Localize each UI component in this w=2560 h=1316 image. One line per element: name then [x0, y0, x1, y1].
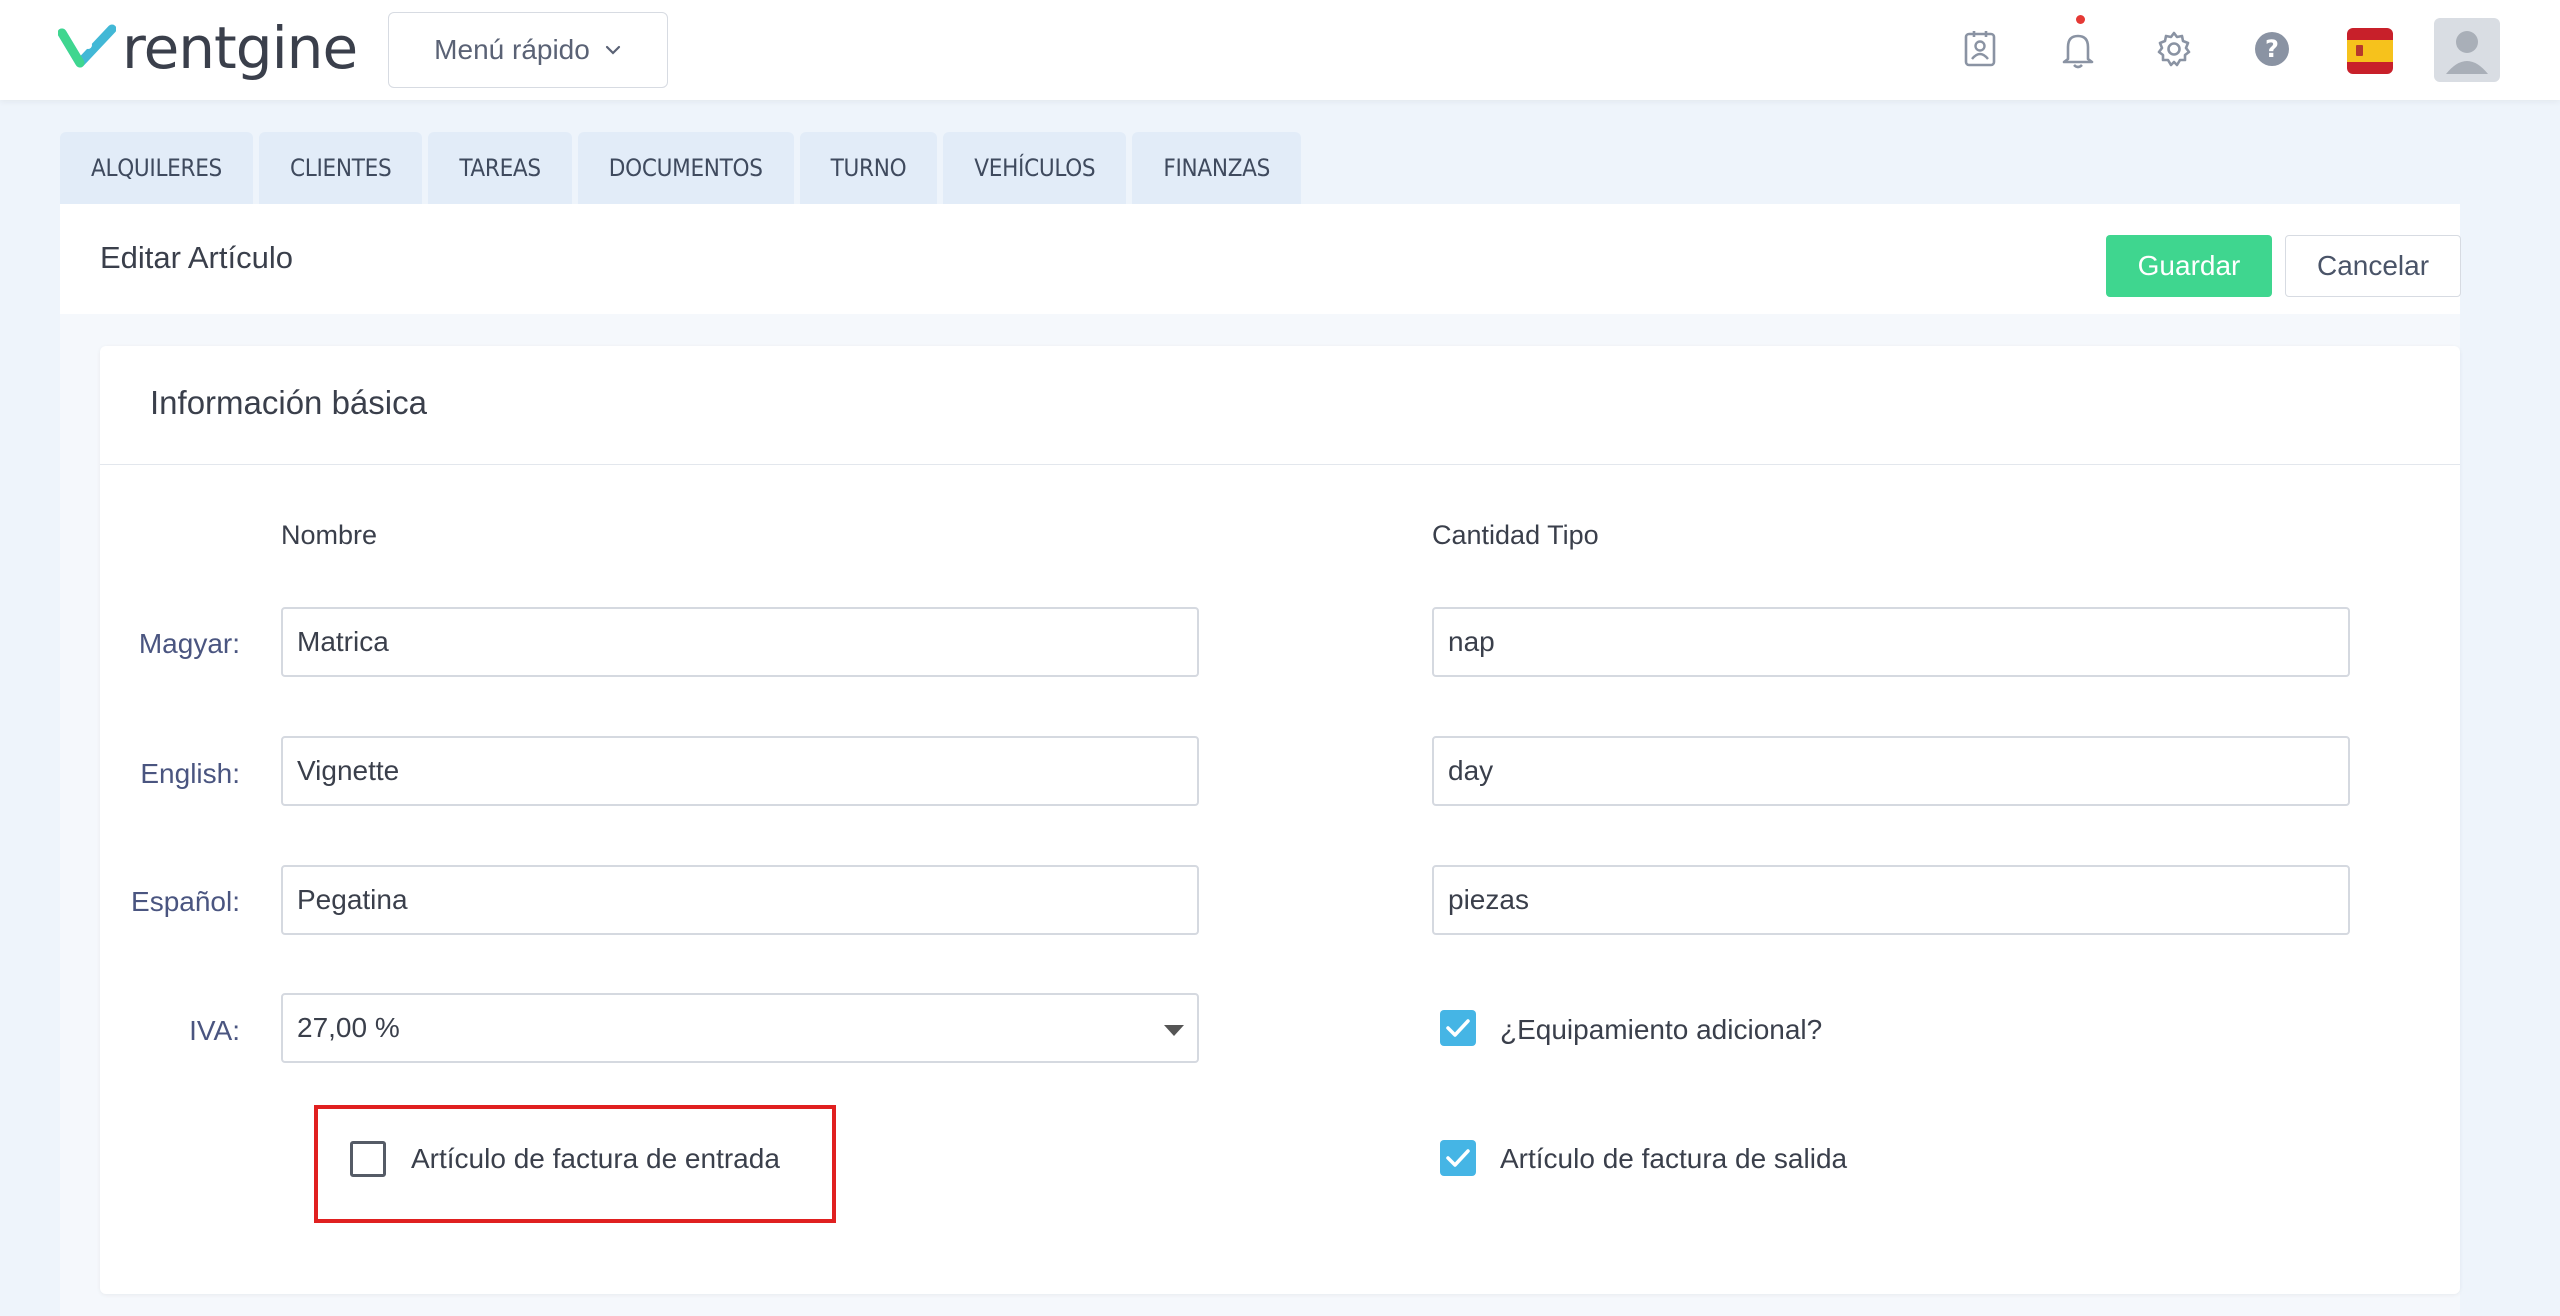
- contact-card-icon[interactable]: [1957, 26, 2003, 72]
- quick-menu-label: Menú rápido: [434, 34, 590, 65]
- outgoing-invoice-checkbox[interactable]: [1440, 1140, 1476, 1176]
- user-avatar-icon[interactable]: [2434, 18, 2500, 82]
- gear-icon[interactable]: [2151, 26, 2197, 72]
- tab-clientes[interactable]: CLIENTES: [258, 132, 423, 204]
- language-label-magyar: Magyar:: [138, 628, 240, 659]
- main-nav-tabs: ALQUILERES CLIENTES TAREAS DOCUMENTOS TU…: [60, 132, 1302, 204]
- tab-alquileres[interactable]: ALQUILERES: [60, 132, 253, 204]
- save-button[interactable]: Guardar: [2106, 235, 2272, 297]
- chevron-down-icon: [605, 45, 620, 55]
- tab-turno[interactable]: TURNO: [799, 132, 938, 204]
- checkmark-icon: [1446, 1019, 1470, 1037]
- quantity-type-input-espanol[interactable]: [1432, 865, 2350, 935]
- cancel-button[interactable]: Cancelar: [2285, 235, 2461, 297]
- help-icon[interactable]: ?: [2249, 26, 2295, 72]
- top-bar: rentgine Menú rápido ?: [0, 0, 2560, 100]
- basic-info-card: Información básica Nombre Cantidad Tipo …: [100, 346, 2460, 1294]
- checkmark-icon: [1446, 1149, 1470, 1167]
- caret-down-icon: [1164, 1025, 1184, 1036]
- name-input-english[interactable]: [281, 736, 1199, 806]
- logo-mark-icon: [58, 24, 116, 68]
- page-title: Editar Artículo: [100, 240, 293, 275]
- divider: [100, 464, 2460, 465]
- name-input-magyar[interactable]: [281, 607, 1199, 677]
- logo-text: rentgine: [122, 14, 358, 82]
- extra-equipment-label: ¿Equipamiento adicional?: [1500, 1014, 1823, 1045]
- language-label-espanol: Español:: [131, 886, 240, 917]
- rentgine-logo[interactable]: rentgine: [58, 14, 358, 82]
- name-input-espanol[interactable]: [281, 865, 1199, 935]
- vat-label: IVA:: [189, 1015, 240, 1046]
- name-column-header: Nombre: [281, 520, 378, 550]
- tab-tareas[interactable]: TAREAS: [428, 132, 572, 204]
- tab-finanzas[interactable]: FINANZAS: [1132, 132, 1302, 204]
- quantity-type-input-magyar[interactable]: [1432, 607, 2350, 677]
- notification-dot: [2076, 15, 2085, 24]
- incoming-invoice-checkbox[interactable]: [350, 1141, 386, 1177]
- vat-selected-value: 27,00 %: [297, 1012, 400, 1043]
- tab-documentos[interactable]: DOCUMENTOS: [577, 132, 794, 204]
- incoming-invoice-label: Artículo de factura de entrada: [411, 1143, 780, 1174]
- tab-vehiculos[interactable]: VEHÍCULOS: [943, 132, 1127, 204]
- language-label-english: English:: [140, 758, 240, 789]
- quantity-type-column-header: Cantidad Tipo: [1432, 520, 1599, 550]
- page-header: Editar Artículo Guardar Cancelar: [60, 204, 2461, 314]
- section-title: Información básica: [150, 384, 427, 421]
- outgoing-invoice-label: Artículo de factura de salida: [1500, 1143, 1848, 1174]
- quantity-type-input-english[interactable]: [1432, 736, 2350, 806]
- bell-icon[interactable]: [2055, 26, 2101, 72]
- extra-equipment-checkbox[interactable]: [1440, 1010, 1476, 1046]
- quick-menu-dropdown[interactable]: Menú rápido: [388, 12, 668, 88]
- svg-text:?: ?: [2265, 35, 2279, 63]
- vat-select[interactable]: 27,00 %: [281, 993, 1199, 1063]
- spain-flag-icon[interactable]: [2347, 28, 2393, 74]
